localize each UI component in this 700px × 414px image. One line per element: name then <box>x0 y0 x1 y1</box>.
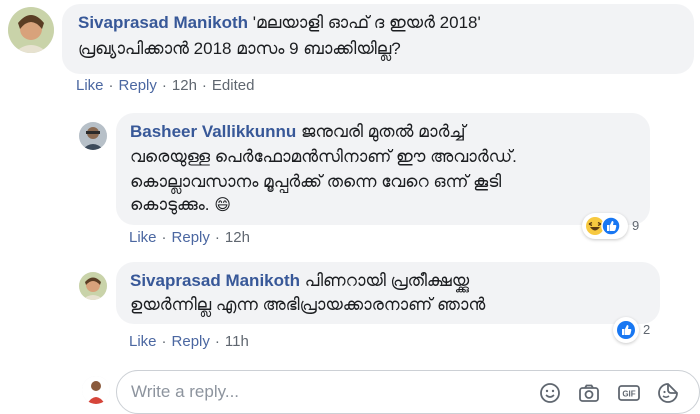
comment-text-line: കൊല്ലാവസാനം മൂപ്പർക്ക് തന്നെ വേറെ ഒന്ന് … <box>130 172 502 191</box>
reply-link[interactable]: Reply <box>172 333 210 350</box>
avatar[interactable] <box>8 7 54 53</box>
comment-actions: Like · Reply · 12h · Edited <box>76 77 254 94</box>
camera-icon[interactable] <box>577 381 601 405</box>
comment-bubble: Sivaprasad Manikoth 'മലയാളി ഓഫ് ദ ഇയർ 20… <box>62 4 694 74</box>
profile-photo-icon <box>79 122 107 150</box>
edited-label[interactable]: Edited <box>212 77 255 94</box>
reply-placeholder: Write a reply... <box>131 382 240 401</box>
comment-actions: Like · Reply · 12h <box>129 229 250 246</box>
avatar[interactable] <box>79 122 107 150</box>
reply-input[interactable]: Write a reply... GIF <box>116 370 700 414</box>
profile-photo-icon <box>79 272 107 300</box>
comment-text-line: കൊടുക്കും. <box>130 195 210 214</box>
comment-text-line: പ്രഖ്യാപിക്കാൻ 2018 മാസം 9 ബാക്കിയില്ല? <box>78 39 401 58</box>
comment-text-line: വരെയുള്ള പെർഫോമൻസിനാണ് ഈ അവാർഡ്. <box>130 147 517 166</box>
grinning-emoji: 😄 <box>214 197 231 214</box>
gif-icon[interactable]: GIF <box>617 381 641 405</box>
timestamp[interactable]: 12h <box>172 77 197 94</box>
separator-dot: · <box>201 77 207 94</box>
comment-author[interactable]: Sivaprasad Manikoth <box>130 271 300 290</box>
timestamp[interactable]: 12h <box>225 229 250 246</box>
reply-link[interactable]: Reply <box>119 77 157 94</box>
svg-text:GIF: GIF <box>622 390 635 399</box>
reply-link[interactable]: Reply <box>172 229 210 246</box>
comment-text-line: ഉയർന്നില്ല എന്ന അഭിപ്രായക്കാരനാണ് ഞാൻ <box>130 295 486 314</box>
comment-text-line: പിണറായി പ്രതീക്ഷയ്ക്കു <box>304 271 470 290</box>
like-icon <box>601 216 621 236</box>
comment-text-line: ജനുവരി മുതൽ മാർച്ച് <box>301 122 466 141</box>
separator-dot: · <box>161 77 167 94</box>
like-icon <box>617 321 635 339</box>
timestamp[interactable]: 11h <box>225 333 249 350</box>
comment-author[interactable]: Basheer Vallikkunnu <box>130 122 296 141</box>
separator-dot: · <box>161 333 167 350</box>
comment-author[interactable]: Sivaprasad Manikoth <box>78 13 248 32</box>
profile-photo-icon <box>8 7 54 53</box>
emoji-icon[interactable] <box>538 381 562 405</box>
profile-photo-icon <box>82 376 110 404</box>
reaction-count[interactable]: 2 <box>643 322 650 337</box>
reaction-count[interactable]: 9 <box>632 218 639 233</box>
reaction-summary[interactable] <box>582 213 628 239</box>
comment-bubble: Sivaprasad Manikoth പിണറായി പ്രതീക്ഷയ്ക്… <box>116 262 660 324</box>
like-link[interactable]: Like <box>76 77 104 94</box>
avatar[interactable] <box>79 272 107 300</box>
sticker-icon[interactable] <box>656 381 680 405</box>
comment-text-line: 'മലയാളി ഓഫ് ദ ഇയർ 2018' <box>252 13 481 32</box>
reaction-summary[interactable] <box>613 317 639 343</box>
separator-dot: · <box>108 77 114 94</box>
separator-dot: · <box>214 229 220 246</box>
separator-dot: · <box>161 229 167 246</box>
comment-bubble: Basheer Vallikkunnu ജനുവരി മുതൽ മാർച്ച് … <box>116 113 650 225</box>
current-user-avatar <box>82 376 110 404</box>
like-link[interactable]: Like <box>129 229 157 246</box>
separator-dot: · <box>214 333 220 350</box>
like-link[interactable]: Like <box>129 333 157 350</box>
comment-actions: Like · Reply · 11h <box>129 333 249 350</box>
